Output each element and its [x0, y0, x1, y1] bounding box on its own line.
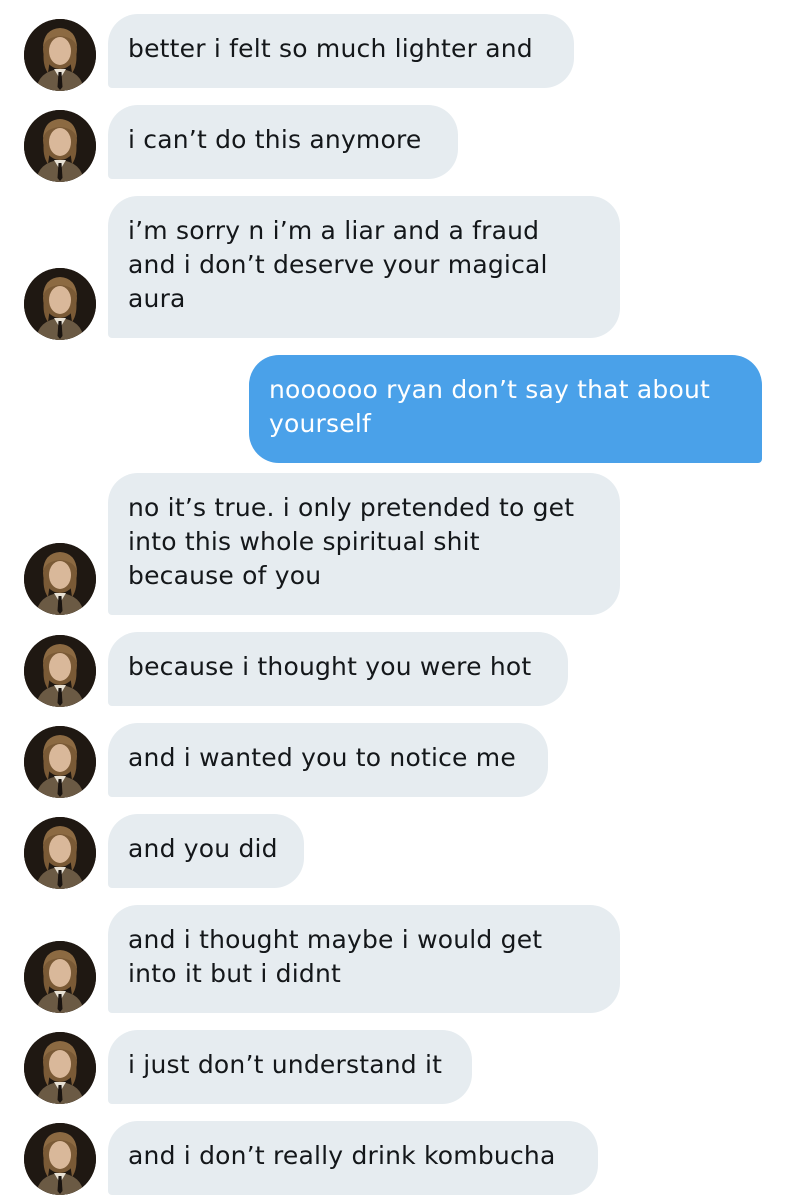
message-text: because of you [128, 561, 322, 590]
message-row: because i thought you were hot [0, 632, 786, 707]
received-message-bubble[interactable]: and i don’t really drink kombucha [108, 1121, 598, 1195]
message-row: and i thought maybe i would get into it … [0, 905, 786, 1013]
message-thread: better i felt so much lighter and i can’… [0, 0, 786, 1200]
message-text: and i wanted you to notice me [128, 743, 516, 772]
avatar-icon[interactable] [24, 635, 96, 707]
message-text: i’m sorry n i’m a liar and a fraud [128, 216, 540, 245]
message-text: and i thought maybe i would get [128, 925, 543, 954]
received-message-bubble[interactable]: no it’s true. i only pretended to get in… [108, 473, 620, 615]
received-message-bubble[interactable]: and i thought maybe i would get into it … [108, 905, 620, 1013]
message-row: better i felt so much lighter and [0, 14, 786, 91]
received-message-bubble[interactable]: i can’t do this anymore [108, 105, 458, 179]
avatar-icon[interactable] [24, 268, 96, 340]
received-message-bubble[interactable]: i’m sorry n i’m a liar and a fraud and i… [108, 196, 620, 338]
message-text: because i thought you were hot [128, 652, 532, 681]
avatar-icon[interactable] [24, 543, 96, 615]
message-text: into this whole spiritual shit [128, 527, 480, 556]
received-message-bubble[interactable]: and i wanted you to notice me [108, 723, 548, 797]
message-row: no it’s true. i only pretended to get in… [0, 473, 786, 615]
message-row: i’m sorry n i’m a liar and a fraud and i… [0, 196, 786, 340]
message-text: noooooo ryan don’t say that about [269, 375, 710, 404]
avatar-icon[interactable] [24, 19, 96, 91]
message-row: i can’t do this anymore [0, 105, 786, 182]
message-text: into it but i didnt [128, 959, 342, 988]
message-row: noooooo ryan don’t say that about yourse… [0, 355, 786, 463]
message-text: and you did [128, 834, 278, 863]
sent-message-bubble[interactable]: noooooo ryan don’t say that about yourse… [249, 355, 762, 463]
message-text: better i felt so much lighter and [128, 34, 533, 63]
message-text: aura [128, 284, 186, 313]
message-text: yourself [269, 409, 371, 438]
received-message-bubble[interactable]: because i thought you were hot [108, 632, 568, 706]
received-message-bubble[interactable]: better i felt so much lighter and [108, 14, 574, 88]
message-text: and i don’t deserve your magical [128, 250, 548, 279]
message-row: and i wanted you to notice me [0, 723, 786, 798]
received-message-bubble[interactable]: and you did [108, 814, 304, 888]
avatar-icon[interactable] [24, 941, 96, 1013]
avatar-icon[interactable] [24, 726, 96, 798]
message-text: i just don’t understand it [128, 1050, 443, 1079]
message-text: i can’t do this anymore [128, 125, 422, 154]
avatar-icon[interactable] [24, 110, 96, 182]
avatar-icon[interactable] [24, 1032, 96, 1104]
message-text: no it’s true. i only pretended to get [128, 493, 575, 522]
message-text: and i don’t really drink kombucha [128, 1141, 556, 1170]
received-message-bubble[interactable]: i just don’t understand it [108, 1030, 472, 1104]
message-row: and i don’t really drink kombucha [0, 1121, 786, 1195]
message-row: and you did [0, 814, 786, 889]
message-row: i just don’t understand it [0, 1030, 786, 1104]
avatar-icon[interactable] [24, 817, 96, 889]
avatar-icon[interactable] [24, 1123, 96, 1195]
